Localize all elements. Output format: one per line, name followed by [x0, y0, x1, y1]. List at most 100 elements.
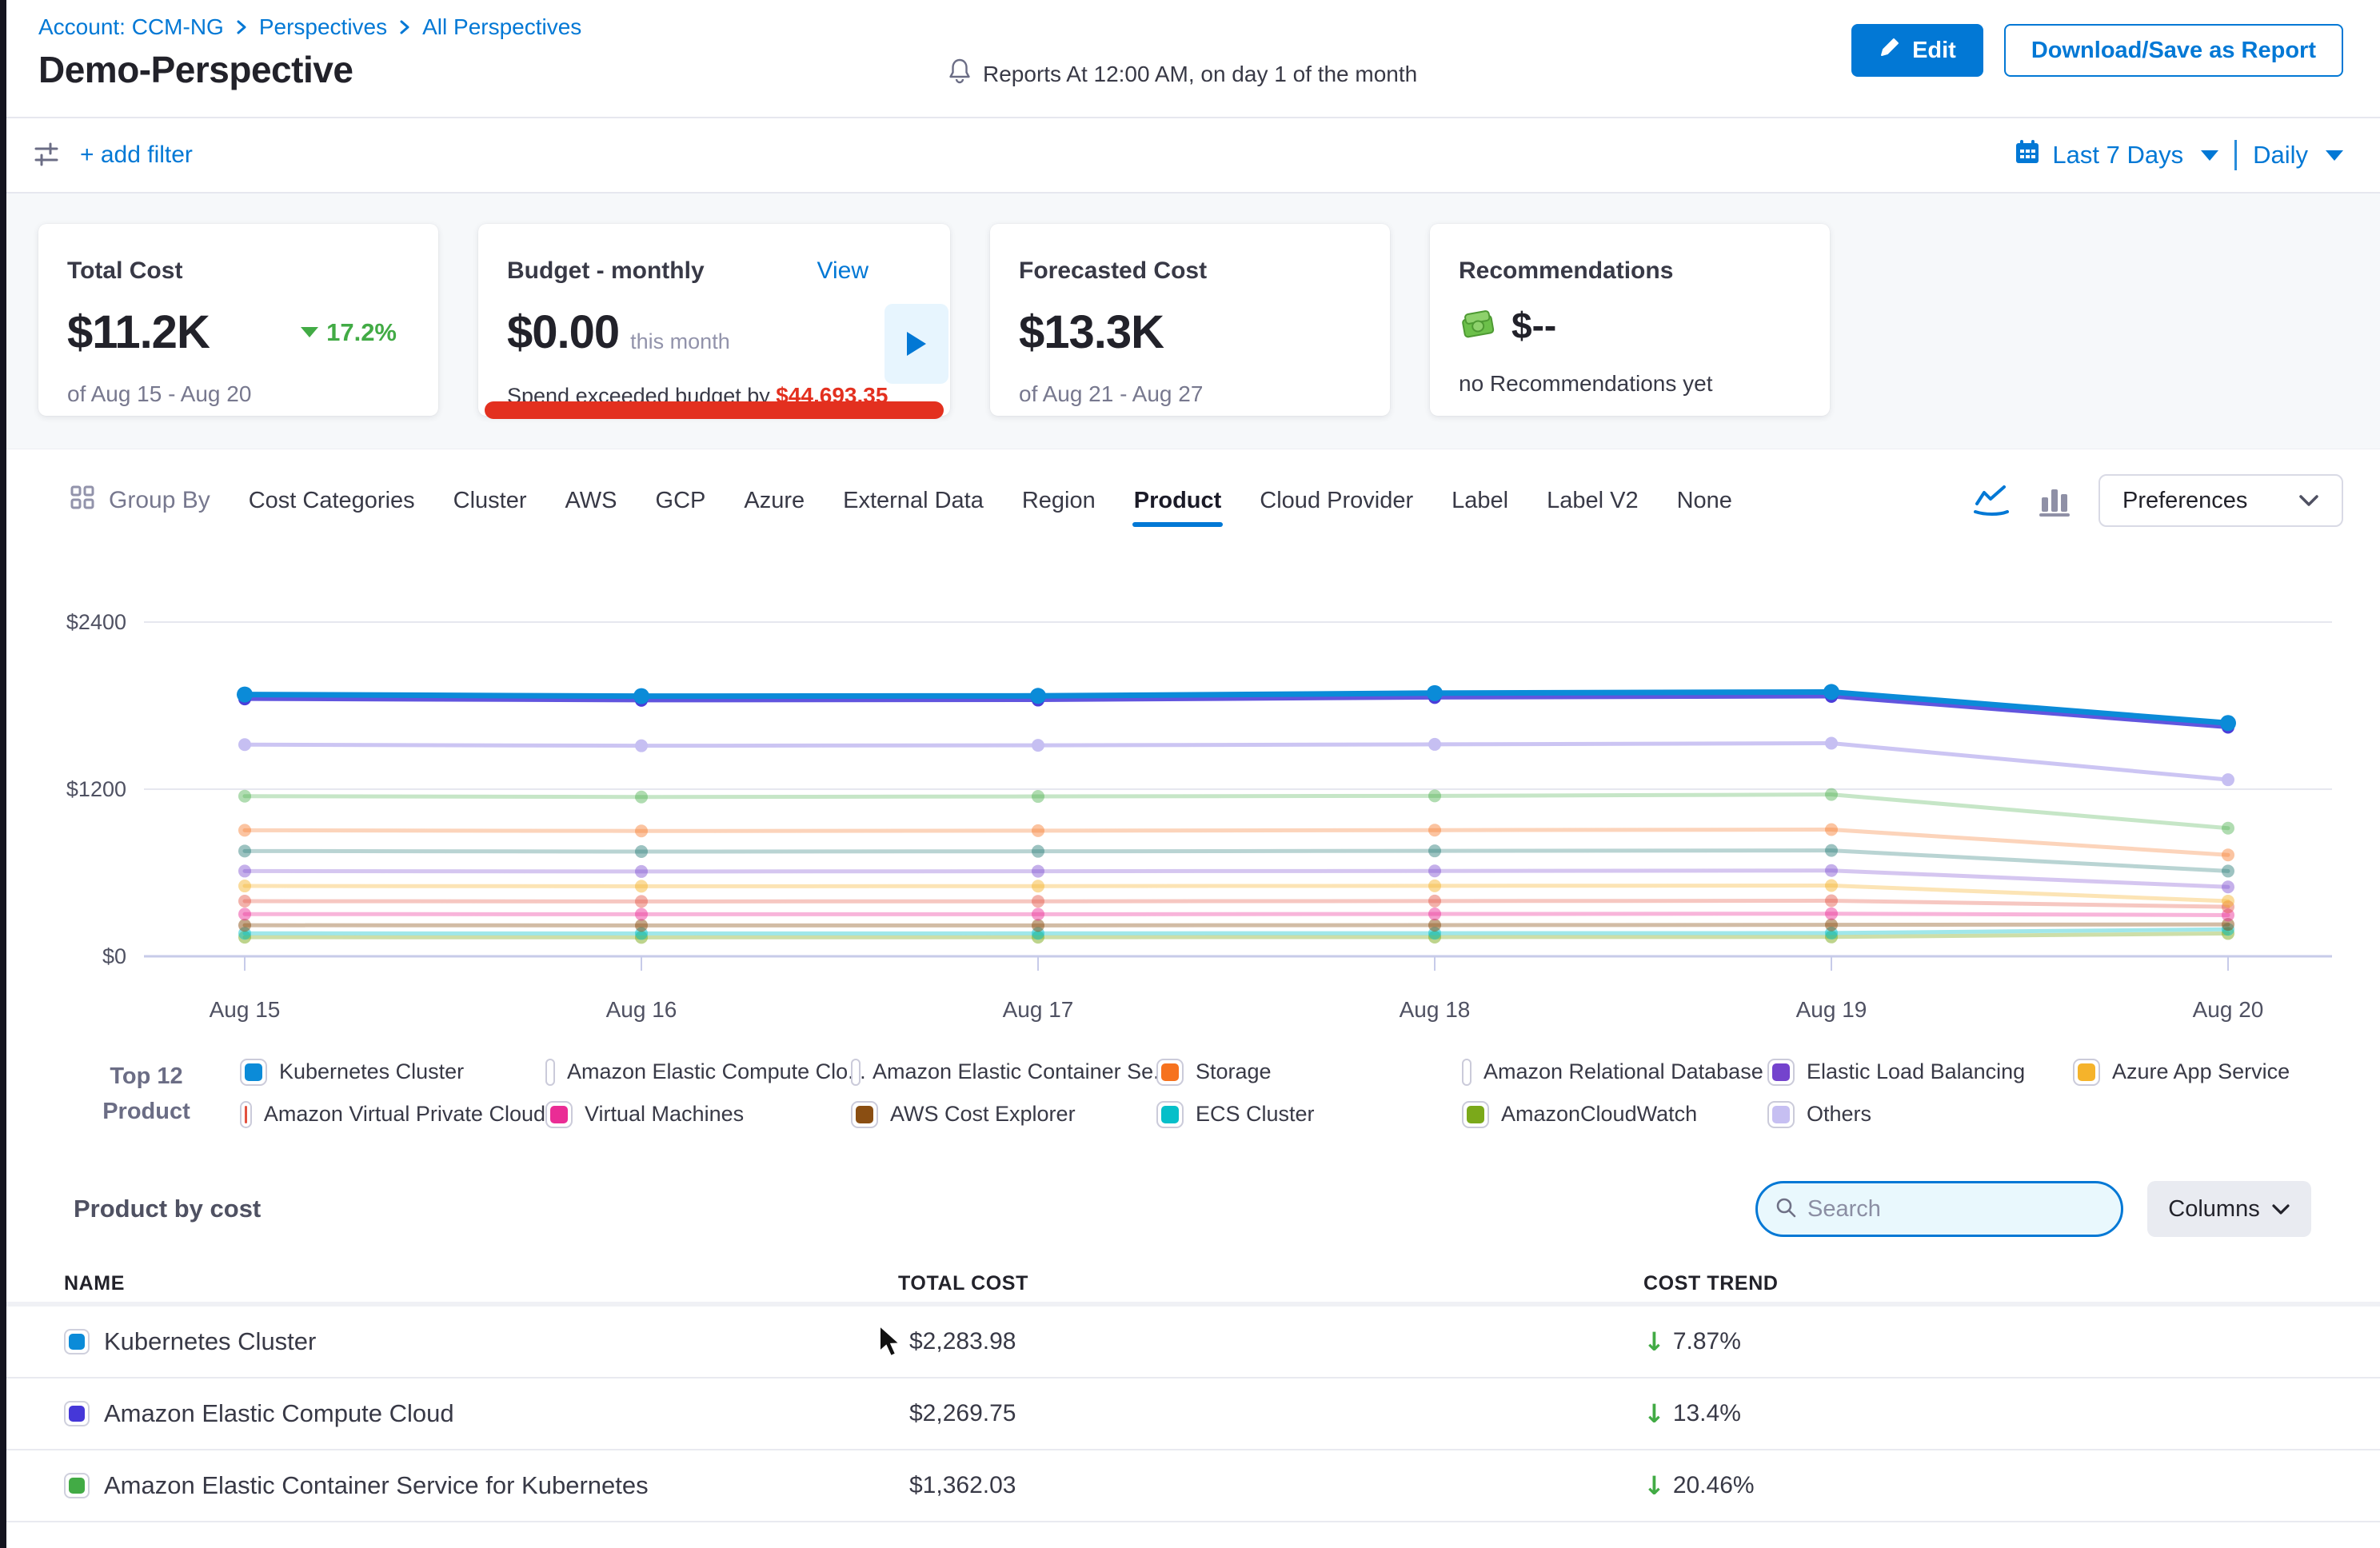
legend-group-label-line2: Product	[70, 1094, 222, 1129]
legend-color-chip	[1767, 1101, 1795, 1128]
table-row-kubernetes-cluster[interactable]: Kubernetes Cluster$2,283.98↓7.87%	[0, 1307, 2380, 1378]
legend-item-label: Amazon Elastic Compute Clo...	[567, 1059, 866, 1084]
row-total-cost: $2,283.98	[898, 1328, 1643, 1355]
tab-cluster[interactable]: Cluster	[452, 477, 529, 525]
tab-external-data[interactable]: External Data	[841, 477, 985, 525]
line-chart-icon[interactable]	[1972, 483, 2011, 518]
granularity-dropdown[interactable]: Daily	[2253, 141, 2343, 170]
calendar-icon	[2014, 138, 2041, 172]
row-trend-value: 13.4%	[1673, 1400, 1741, 1427]
total-cost-card: Total Cost $11.2K 17.2% of Aug 15 - Aug …	[38, 224, 438, 416]
legend-item-kubernetes-cluster[interactable]: Kubernetes Cluster	[240, 1057, 545, 1087]
svg-text:Aug 19: Aug 19	[1796, 997, 1867, 1022]
columns-dropdown[interactable]: Columns	[2147, 1181, 2311, 1237]
tab-gcp[interactable]: GCP	[654, 477, 708, 525]
table-row-amazon-elastic-compute-cloud[interactable]: Amazon Elastic Compute Cloud$2,269.75↓13…	[0, 1378, 2380, 1450]
svg-text:Aug 18: Aug 18	[1400, 997, 1471, 1022]
legend-item-amazon-elastic-container-se[interactable]: Amazon Elastic Container Se...	[851, 1057, 1156, 1087]
total-cost-delta: 17.2%	[301, 318, 397, 347]
page-title: Demo-Perspective	[38, 48, 353, 91]
legend-item-amazon-elastic-compute-clo[interactable]: Amazon Elastic Compute Clo...	[545, 1057, 851, 1087]
legend-color-chip	[545, 1101, 573, 1128]
perspective-page: Account: CCM-NG Perspectives All Perspec…	[0, 0, 2380, 1548]
tab-product[interactable]: Product	[1132, 477, 1224, 525]
preferences-dropdown[interactable]: Preferences	[2098, 474, 2343, 527]
time-controls: Last 7 Days Daily	[2014, 138, 2343, 172]
download-save-report-button[interactable]: Download/Save as Report	[2004, 24, 2343, 77]
legend-color-chip	[2073, 1059, 2100, 1086]
svg-text:Aug 20: Aug 20	[2193, 997, 2264, 1022]
legend-items: Kubernetes ClusterAmazon Elastic Compute…	[240, 1057, 2378, 1129]
group-by-label: Group By	[69, 484, 210, 517]
search-input[interactable]	[1807, 1196, 2109, 1223]
total-cost-value: $11.2K	[67, 305, 210, 359]
legend-item-label: Elastic Load Balancing	[1807, 1059, 2025, 1084]
forecasted-cost-title: Forecasted Cost	[1019, 257, 1207, 285]
columns-label: Columns	[2168, 1196, 2259, 1223]
legend-item-virtual-machines[interactable]: Virtual Machines	[545, 1099, 851, 1129]
add-filter-button[interactable]: + add filter	[80, 142, 193, 169]
legend-color-chip	[1462, 1059, 1472, 1086]
tab-region[interactable]: Region	[1020, 477, 1097, 525]
forecasted-cost-card: Forecasted Cost $13.3K of Aug 21 - Aug 2…	[990, 224, 1390, 416]
budget-title: Budget - monthly	[507, 257, 705, 285]
recommendations-card: Recommendations $-- no Recommendations y…	[1430, 224, 1830, 416]
time-range-dropdown[interactable]: Last 7 Days	[2014, 138, 2218, 172]
row-color-swatch	[64, 1473, 90, 1498]
breadcrumb-account-link[interactable]: Account: CCM-NG	[38, 14, 224, 40]
budget-card: Budget - monthly View $0.00 this month S…	[478, 224, 950, 416]
budget-view-link[interactable]: View	[817, 257, 869, 285]
nav-edge-strip	[0, 0, 6, 1548]
legend-item-storage[interactable]: Storage	[1156, 1057, 1462, 1087]
cost-trend-chart: $2400$1200$0Aug 15Aug 16Aug 17Aug 18Aug …	[0, 552, 2380, 1052]
legend-item-amazon-relational-database[interactable]: Amazon Relational Database ...	[1462, 1057, 1767, 1087]
legend-item-label: AWS Cost Explorer	[890, 1102, 1076, 1127]
svg-text:$2400: $2400	[66, 610, 126, 634]
recommendations-subtext: no Recommendations yet	[1459, 371, 1801, 397]
filter-sliders-icon[interactable]	[24, 133, 69, 178]
legend-item-amazon-virtual-private-cloud[interactable]: Amazon Virtual Private Cloud	[240, 1099, 545, 1129]
legend-item-label: Storage	[1196, 1059, 1272, 1084]
breadcrumb-perspectives-link[interactable]: Perspectives	[259, 14, 387, 40]
breadcrumb-all-perspectives-link[interactable]: All Perspectives	[422, 14, 581, 40]
legend-item-others[interactable]: Others	[1767, 1099, 2073, 1129]
legend-item-aws-cost-explorer[interactable]: AWS Cost Explorer	[851, 1099, 1156, 1129]
legend-item-label: Azure App Service	[2112, 1059, 2290, 1084]
bar-chart-icon[interactable]	[2038, 483, 2071, 518]
recommendations-title: Recommendations	[1459, 257, 1673, 285]
svg-text:Aug 15: Aug 15	[210, 997, 281, 1022]
tab-azure[interactable]: Azure	[742, 477, 806, 525]
edit-button[interactable]: Edit	[1851, 24, 1983, 77]
svg-text:$1200: $1200	[66, 777, 126, 801]
legend-item-elastic-load-balancing[interactable]: Elastic Load Balancing	[1767, 1057, 2073, 1087]
table-toolbar: Product by cost Columns	[0, 1180, 2380, 1238]
divider	[2234, 140, 2237, 170]
table-row-amazon-elastic-container-service-for-kubernetes[interactable]: Amazon Elastic Container Service for Kub…	[0, 1450, 2380, 1522]
legend-item-label: Amazon Elastic Container Se...	[873, 1059, 1172, 1084]
column-header-total-cost[interactable]: TOTAL COST	[898, 1272, 1643, 1295]
download-button-label: Download/Save as Report	[2031, 38, 2316, 64]
svg-text:Aug 17: Aug 17	[1003, 997, 1074, 1022]
arrow-down-icon: ↓	[1643, 1398, 1665, 1429]
legend-color-chip	[1767, 1059, 1795, 1086]
chevron-right-icon	[398, 18, 411, 37]
triangle-down-icon	[301, 327, 318, 337]
row-name-cell: Amazon Elastic Compute Cloud	[64, 1399, 898, 1428]
group-by-row: Group By Cost Categories Cluster AWS GCP Azu…	[0, 449, 2380, 552]
column-header-cost-trend[interactable]: COST TREND	[1643, 1272, 2380, 1295]
tab-label[interactable]: Label	[1450, 477, 1510, 525]
tab-label-v2[interactable]: Label V2	[1545, 477, 1640, 525]
legend-item-azure-app-service[interactable]: Azure App Service	[2073, 1057, 2378, 1087]
legend-group-label: Top 12 Product	[70, 1057, 222, 1129]
tab-cost-categories[interactable]: Cost Categories	[247, 477, 417, 525]
breadcrumb: Account: CCM-NG Perspectives All Perspec…	[38, 14, 581, 40]
column-header-name[interactable]: NAME	[64, 1272, 898, 1295]
tab-cloud-provider[interactable]: Cloud Provider	[1258, 477, 1415, 525]
grid-icon	[69, 484, 96, 517]
tab-aws[interactable]: AWS	[564, 477, 619, 525]
tab-none[interactable]: None	[1675, 477, 1734, 525]
legend-item-ecs-cluster[interactable]: ECS Cluster	[1156, 1099, 1462, 1129]
legend-item-amazoncloudwatch[interactable]: AmazonCloudWatch	[1462, 1099, 1767, 1129]
budget-expand-button[interactable]	[885, 304, 948, 384]
row-name-cell: Amazon Elastic Container Service for Kub…	[64, 1471, 898, 1500]
